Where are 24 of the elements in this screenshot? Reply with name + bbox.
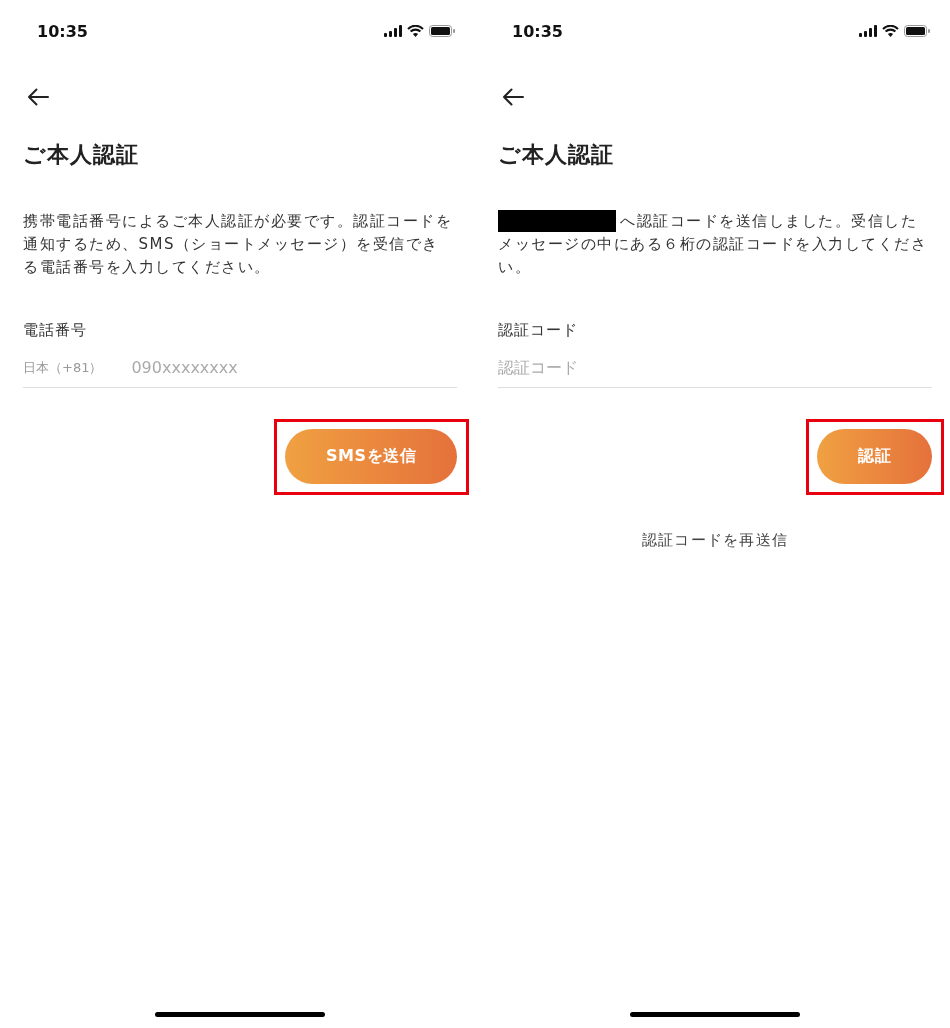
status-time: 10:35 bbox=[37, 21, 88, 41]
input-field[interactable]: 090xxxxxxxx bbox=[131, 348, 457, 387]
back-button[interactable] bbox=[27, 88, 49, 106]
signal-icon bbox=[384, 25, 402, 37]
resend-code-link[interactable]: 認証コードを再送信 bbox=[641, 529, 789, 551]
page-title: ご本人認証 bbox=[498, 141, 615, 169]
field-label: 電話番号 bbox=[23, 320, 87, 341]
battery-icon bbox=[429, 25, 455, 37]
back-arrow-icon bbox=[27, 88, 49, 106]
field-label: 認証コード bbox=[498, 320, 578, 341]
back-button[interactable] bbox=[502, 88, 524, 106]
wifi-icon bbox=[407, 25, 424, 37]
instruction-text: へ認証コードを送信しました。受信した メッセージの中にある６桁の認証コードを入力してくださ い。 bbox=[498, 212, 927, 276]
input-field[interactable]: 認証コード bbox=[498, 348, 932, 387]
back-arrow-icon bbox=[502, 88, 524, 106]
signal-icon bbox=[859, 25, 877, 37]
status-time: 10:35 bbox=[512, 21, 563, 41]
country-code[interactable]: 日本（+81） bbox=[23, 348, 103, 387]
submit-button[interactable]: 認証 bbox=[817, 429, 932, 484]
page-title: ご本人認証 bbox=[23, 141, 140, 169]
wifi-icon bbox=[882, 25, 899, 37]
instruction-text: 携帯電話番号によるご本人認証が必要です。認証コードを 通知するため、SMS（ショートメッセージ）を受信でき る電話番号を入力してください。 bbox=[23, 212, 452, 276]
submit-button[interactable]: SMSを送信 bbox=[285, 429, 457, 484]
battery-icon bbox=[904, 25, 930, 37]
